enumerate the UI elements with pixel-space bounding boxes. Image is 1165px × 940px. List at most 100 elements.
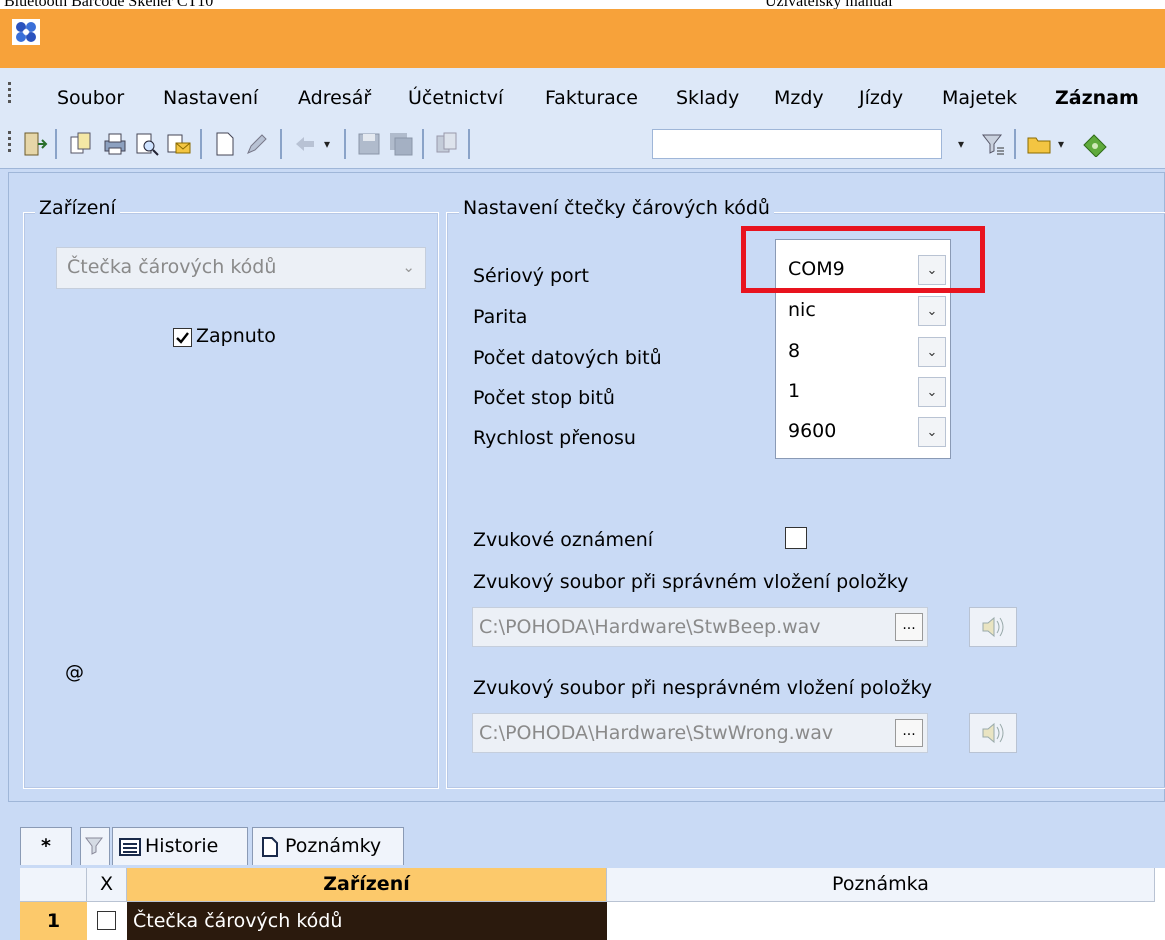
speaker-icon: [982, 722, 1004, 744]
device-settings-panel: Zařízení Čtečka čárových kódů ⌄ Zapnuto …: [8, 172, 1165, 802]
print-icon[interactable]: [102, 131, 128, 157]
row-device-cell[interactable]: Čtečka čárových kódů: [127, 902, 607, 940]
toolbar-separator: [422, 129, 424, 159]
money-icon[interactable]: [1082, 131, 1108, 157]
list-icon: [119, 838, 141, 856]
highlight-frame: [741, 226, 985, 293]
parity-select[interactable]: nic ⌄: [776, 291, 950, 331]
filter-icon: [85, 837, 103, 855]
wrong-sound-path: C:\POHODA\Hardware\StwWrong.wav: [479, 722, 834, 744]
menu-fakturace[interactable]: Fakturace: [545, 87, 638, 109]
save-icon[interactable]: [356, 131, 382, 157]
toolbar-separator: [468, 129, 470, 159]
toolbar-separator: [200, 129, 202, 159]
send-email-icon[interactable]: [166, 131, 192, 157]
menu-ucetnictvi[interactable]: Účetnictví: [408, 87, 503, 109]
tab-filter[interactable]: [80, 827, 110, 865]
tab-historie-label: Historie: [145, 835, 219, 857]
stop-bits-label: Počet stop bitů: [473, 387, 615, 409]
menu-zaznam[interactable]: Záznam: [1055, 87, 1139, 109]
speaker-icon: [982, 616, 1004, 638]
save-all-icon[interactable]: [388, 131, 414, 157]
print-preview-icon[interactable]: [134, 131, 160, 157]
toolbar-separator: [1014, 129, 1016, 159]
data-bits-select[interactable]: 8 ⌄: [776, 332, 950, 372]
column-header-poznamka[interactable]: Poznámka: [607, 868, 1155, 902]
menu-jizdy[interactable]: Jízdy: [859, 87, 903, 109]
back-dropdown-icon[interactable]: ▾: [324, 137, 330, 151]
toolbar-separator: [344, 129, 346, 159]
folder-icon[interactable]: [1026, 131, 1052, 157]
device-select[interactable]: Čtečka čárových kódů ⌄: [56, 247, 426, 289]
tab-historie[interactable]: Historie: [112, 827, 248, 865]
exit-icon[interactable]: [22, 131, 48, 157]
wrong-sound-path-field[interactable]: C:\POHODA\Hardware\StwWrong.wav ...: [472, 713, 928, 753]
column-header-zarizeni[interactable]: Zařízení: [127, 868, 607, 902]
wrong-sound-label: Zvukový soubor při nesprávném vložení po…: [473, 677, 933, 699]
at-symbol: @: [65, 661, 84, 683]
menu-sklady[interactable]: Sklady: [676, 87, 739, 109]
copy-record-icon[interactable]: [68, 131, 94, 157]
filter-icon[interactable]: [980, 131, 1006, 157]
document-header: Bluetooth Barcode Skener CT10 Uživatelsk…: [0, 0, 1165, 10]
chevron-down-icon[interactable]: ⌄: [918, 296, 946, 326]
row-checkbox[interactable]: [97, 911, 116, 930]
duplicate-icon[interactable]: [434, 131, 460, 157]
stop-bits-value: 1: [788, 380, 801, 402]
browse-wrong-button[interactable]: ...: [895, 719, 923, 747]
menu-adresar[interactable]: Adresář: [298, 87, 371, 109]
toolbar: ▾ ▾ ▾: [0, 119, 1165, 169]
correct-sound-path-field[interactable]: C:\POHODA\Hardware\StwBeep.wav ...: [472, 607, 928, 647]
correct-sound-path: C:\POHODA\Hardware\StwBeep.wav: [479, 616, 821, 638]
baud-rate-select[interactable]: 9600 ⌄: [776, 412, 950, 452]
menu-soubor[interactable]: Soubor: [57, 87, 124, 109]
enabled-checkbox[interactable]: [173, 328, 192, 347]
play-wrong-button[interactable]: [969, 713, 1017, 753]
reader-settings-title: Nastavení čtečky čárových kódů: [459, 197, 774, 219]
menu-nastaveni[interactable]: Nastavení: [163, 87, 258, 109]
chevron-down-icon[interactable]: ⌄: [918, 417, 946, 447]
stop-bits-select[interactable]: 1 ⌄: [776, 372, 950, 412]
data-bits-label: Počet datových bitů: [473, 347, 662, 369]
correct-sound-label: Zvukový soubor při správném vložení polo…: [473, 571, 909, 593]
row-number[interactable]: 1: [20, 902, 87, 940]
app-window: Soubor Nastavení Adresář Účetnictví Fakt…: [0, 9, 1165, 940]
device-grid: X Zařízení Poznámka 1 Čtečka čárových kó…: [20, 868, 1165, 940]
checkmark-icon: [176, 332, 189, 344]
toolbar-separator: [55, 129, 57, 159]
menu-mzdy[interactable]: Mzdy: [774, 87, 824, 109]
column-header-x[interactable]: X: [87, 868, 127, 902]
sound-notification-checkbox[interactable]: [785, 527, 807, 549]
chevron-down-icon[interactable]: ⌄: [918, 377, 946, 407]
new-record-icon[interactable]: [212, 131, 238, 157]
device-group: [23, 212, 439, 789]
tab-poznamky[interactable]: Poznámky: [252, 827, 404, 865]
tab-poznamky-label: Poznámky: [285, 835, 382, 857]
quick-search-field[interactable]: [652, 129, 942, 159]
menu-majetek[interactable]: Majetek: [942, 87, 1017, 109]
toolbar-grip-icon[interactable]: [8, 131, 11, 155]
agenda-panel: * Historie Poznámky X Zařízení Poznámka …: [8, 809, 1165, 940]
folder-dropdown-icon[interactable]: ▾: [1058, 137, 1064, 151]
baud-rate-value: 9600: [788, 420, 837, 442]
tab-new[interactable]: *: [20, 827, 72, 865]
data-bits-value: 8: [788, 340, 801, 362]
device-select-value: Čtečka čárových kódů: [67, 256, 277, 278]
menu-grip-icon[interactable]: [8, 82, 11, 106]
search-dropdown-icon[interactable]: ▾: [958, 137, 964, 151]
toolbar-separator: [280, 129, 282, 159]
back-arrow-icon[interactable]: [292, 131, 318, 157]
play-correct-button[interactable]: [969, 607, 1017, 647]
row-note-cell[interactable]: [607, 902, 1155, 940]
chevron-down-icon: ⌄: [402, 258, 415, 276]
browse-correct-button[interactable]: ...: [895, 613, 923, 641]
app-icon: [12, 19, 40, 45]
chevron-down-icon[interactable]: ⌄: [918, 337, 946, 367]
edit-icon[interactable]: [244, 131, 270, 157]
row-check-cell[interactable]: [87, 902, 127, 940]
sound-notification-label: Zvukové oznámení: [473, 529, 654, 551]
menu-bar: Soubor Nastavení Adresář Účetnictví Fakt…: [0, 65, 1165, 119]
baud-rate-label: Rychlost přenosu: [473, 427, 636, 449]
note-icon: [262, 837, 278, 857]
title-bar: [0, 9, 1165, 65]
